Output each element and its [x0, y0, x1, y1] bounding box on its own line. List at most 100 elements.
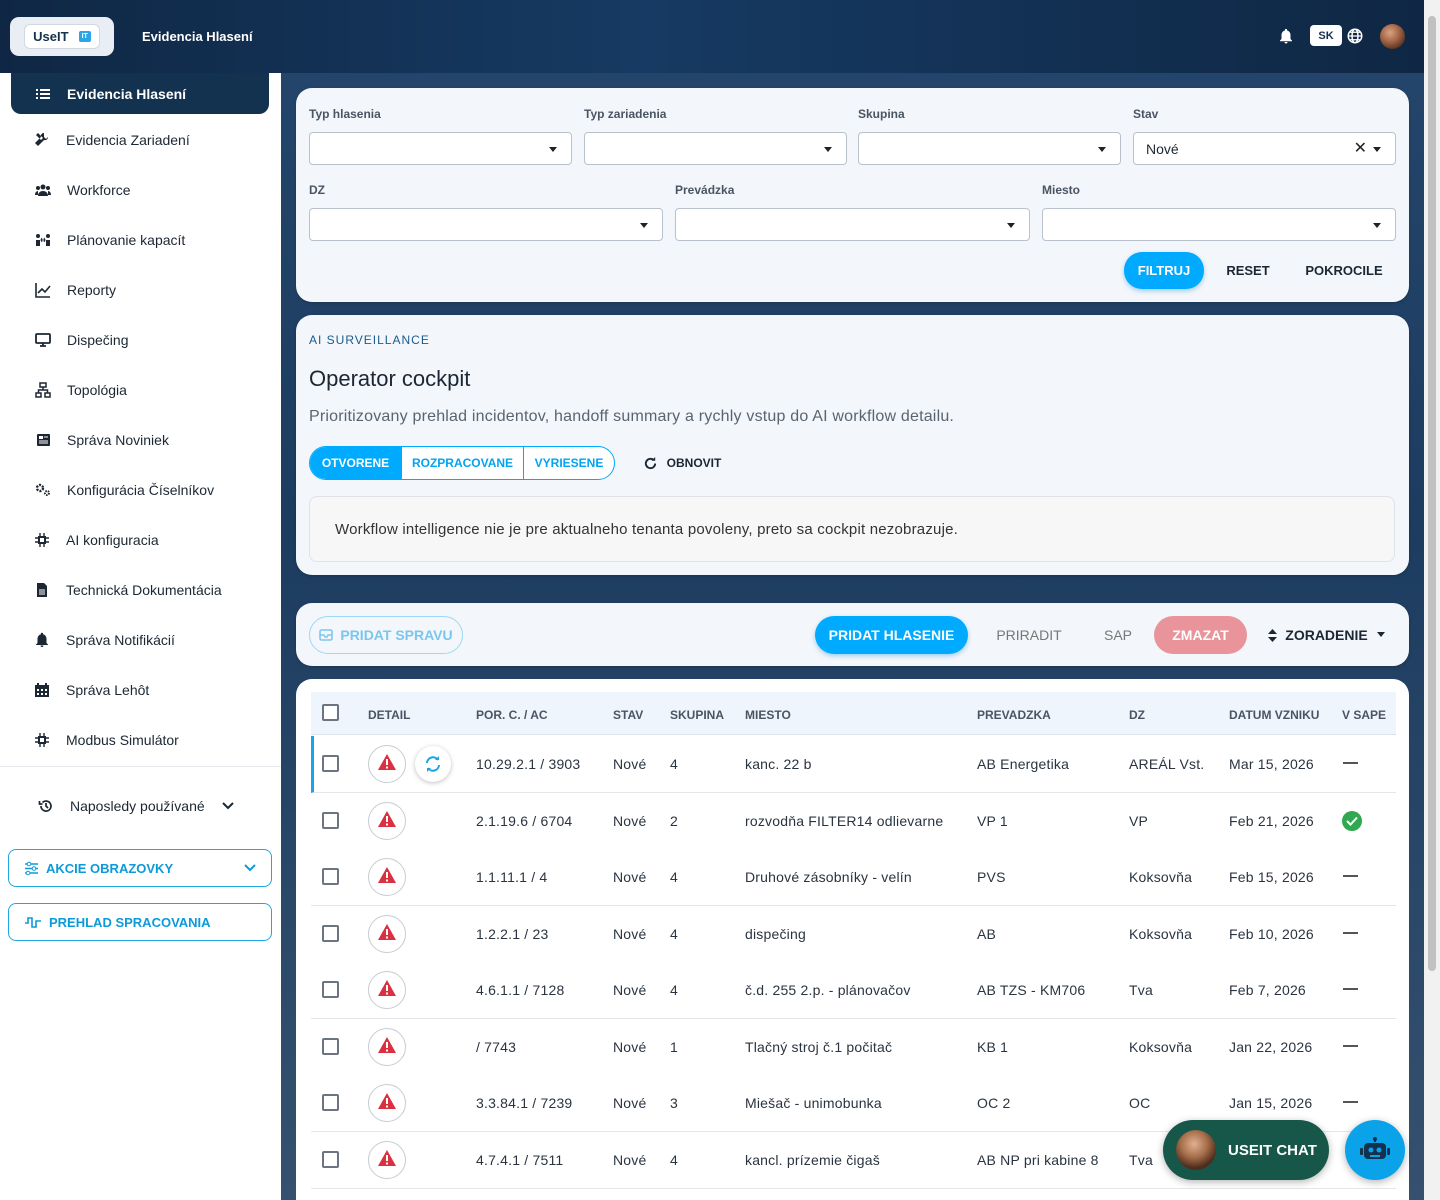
tab-vyriesene[interactable]: VYRIESENE	[523, 447, 614, 479]
tab-otvorene[interactable]: OTVORENE	[310, 447, 401, 479]
skupina-select[interactable]	[858, 132, 1121, 165]
refresh-button[interactable]: OBNOVIT	[634, 446, 730, 480]
detail-button[interactable]	[368, 1084, 406, 1122]
history-icon	[38, 800, 52, 812]
header-detail[interactable]: DETAIL	[368, 708, 410, 722]
sidebar-item-evidencia-hlaseni[interactable]: Evidencia Hlasení	[11, 73, 269, 114]
row-checkbox[interactable]	[322, 755, 339, 772]
sidebar-item-planovanie[interactable]: Plánovanie kapacít	[35, 230, 185, 250]
header-por[interactable]: POR. C. / AC	[476, 708, 548, 722]
inbox-icon	[319, 629, 334, 641]
scrollbar-thumb[interactable]	[1428, 16, 1436, 971]
sort-button[interactable]: ZORADENIE	[1262, 616, 1392, 654]
recent-toggle[interactable]: Naposledy používané	[38, 798, 235, 814]
stav-select[interactable]: Nové ✕	[1133, 132, 1396, 165]
header-skupina[interactable]: SKUPINA	[670, 708, 724, 722]
cell-prevadzka: KB 1	[977, 1039, 1009, 1055]
cell-por: 10.29.2.1 / 3903	[476, 756, 581, 772]
sidebar-item-dispecing[interactable]: Dispečing	[35, 330, 128, 350]
sidebar-item-workforce[interactable]: Workforce	[35, 180, 131, 200]
user-avatar[interactable]	[1380, 24, 1405, 49]
sap-button[interactable]: SAP	[1092, 616, 1144, 654]
bell-icon[interactable]	[1277, 27, 1295, 45]
row-checkbox[interactable]	[322, 812, 339, 829]
detail-button[interactable]	[368, 1028, 406, 1066]
tab-rozpracovane[interactable]: ROZPRACOVANE	[401, 447, 523, 479]
detail-button[interactable]	[368, 1141, 406, 1179]
filter-button[interactable]: FILTRUJ	[1124, 252, 1204, 289]
cell-stav: Nové	[613, 982, 647, 998]
robot-icon[interactable]	[1345, 1120, 1405, 1180]
row-checkbox[interactable]	[322, 925, 339, 942]
sidebar-item-sprava-notifikacii[interactable]: Správa Notifikácií	[34, 630, 175, 650]
cell-datum: Feb 21, 2026	[1229, 813, 1314, 829]
header-v-sape[interactable]: V SAPE	[1342, 708, 1386, 722]
row-checkbox[interactable]	[322, 1094, 339, 1111]
sidebar-item-label: Konfigurácia Číselníkov	[67, 482, 215, 498]
pulse-icon	[25, 916, 41, 928]
select-all-checkbox[interactable]	[322, 704, 339, 721]
row-checkbox[interactable]	[322, 868, 339, 885]
sidebar-item-konfiguracia-ciselnikov[interactable]: Konfigurácia Číselníkov	[35, 480, 214, 500]
sort-icon	[1268, 628, 1278, 642]
cell-stav: Nové	[613, 926, 647, 942]
filter-label-stav: Stav	[1133, 107, 1159, 121]
globe-icon[interactable]	[1346, 27, 1364, 45]
detail-button[interactable]	[368, 745, 406, 783]
dash-icon	[1343, 762, 1358, 764]
sidebar-item-evidencia-zariadeni[interactable]: Evidencia Zariadení	[34, 130, 190, 150]
cell-prevadzka: OC 2	[977, 1095, 1011, 1111]
typ-hlasenia-select[interactable]	[309, 132, 572, 165]
cell-skupina: 4	[670, 982, 678, 998]
chat-label: USEIT CHAT	[1228, 1141, 1317, 1159]
sidebar-item-ai-konfiguracia[interactable]: AI konfiguracia	[34, 530, 159, 550]
header-dz[interactable]: DZ	[1129, 708, 1145, 722]
filter-label-typ-hlasenia: Typ hlasenia	[309, 107, 381, 121]
sidebar-item-technicka-dokumentacia[interactable]: Technická Dokumentácia	[34, 580, 222, 600]
app-logo[interactable]: UseIT IT	[10, 17, 114, 56]
row-checkbox[interactable]	[322, 1038, 339, 1055]
detail-button[interactable]	[368, 915, 406, 953]
caret-down-icon	[549, 147, 557, 152]
useit-chat-button[interactable]: USEIT CHAT	[1163, 1120, 1329, 1180]
cell-por: 4.6.1.1 / 7128	[476, 982, 565, 998]
detail-button[interactable]	[368, 858, 406, 896]
add-message-label: PRIDAT SPRAVU	[340, 627, 453, 643]
header-prevadzka[interactable]: PREVADZKA	[977, 708, 1051, 722]
filter-label-prevadzka: Prevádzka	[675, 183, 735, 197]
detail-button[interactable]	[368, 971, 406, 1009]
screen-actions-button[interactable]: AKCIE OBRAZOVKY	[8, 849, 272, 887]
add-report-button[interactable]: PRIDAT HLASENIE	[815, 616, 968, 654]
sidebar-item-topologia[interactable]: Topológia	[35, 380, 127, 400]
row-checkbox[interactable]	[322, 981, 339, 998]
sidebar-item-sprava-lehot[interactable]: Správa Lehôt	[34, 680, 149, 700]
language-switch[interactable]: SK	[1310, 25, 1342, 46]
cell-miesto: č.d. 255 2.p. - plánovačov	[745, 982, 911, 998]
prevadzka-select[interactable]	[675, 208, 1030, 241]
caret-down-icon	[824, 147, 832, 152]
reset-button[interactable]: RESET	[1218, 252, 1278, 289]
row-checkbox[interactable]	[322, 1151, 339, 1168]
miesto-select[interactable]	[1042, 208, 1396, 241]
header-datum[interactable]: DATUM VZNIKU	[1229, 708, 1319, 722]
warning-icon	[377, 1149, 397, 1172]
sidebar-item-modbus-simulator[interactable]: Modbus Simulátor	[34, 730, 179, 750]
cell-miesto: Miešač - unimobunka	[745, 1095, 882, 1111]
cell-datum: Feb 15, 2026	[1229, 869, 1314, 885]
refresh-label: OBNOVIT	[666, 456, 722, 470]
clear-icon[interactable]: ✕	[1354, 141, 1367, 157]
chip-icon	[35, 733, 49, 747]
header-miesto[interactable]: MIESTO	[745, 708, 791, 722]
delete-button[interactable]: ZMAZAT	[1154, 616, 1247, 654]
typ-zariadenia-select[interactable]	[584, 132, 847, 165]
sidebar-item-novinky[interactable]: Správa Noviniek	[35, 430, 169, 450]
dz-select[interactable]	[309, 208, 663, 241]
header-stav[interactable]: STAV	[613, 708, 643, 722]
detail-button[interactable]	[368, 802, 406, 840]
add-message-button[interactable]: PRIDAT SPRAVU	[309, 616, 463, 654]
advanced-button[interactable]: POKROCILE	[1296, 252, 1392, 289]
sync-button[interactable]	[415, 746, 451, 782]
assign-button[interactable]: PRIRADIT	[990, 616, 1068, 654]
processing-overview-button[interactable]: PREHLAD SPRACOVANIA	[8, 903, 272, 941]
sidebar-item-reporty[interactable]: Reporty	[35, 280, 116, 300]
